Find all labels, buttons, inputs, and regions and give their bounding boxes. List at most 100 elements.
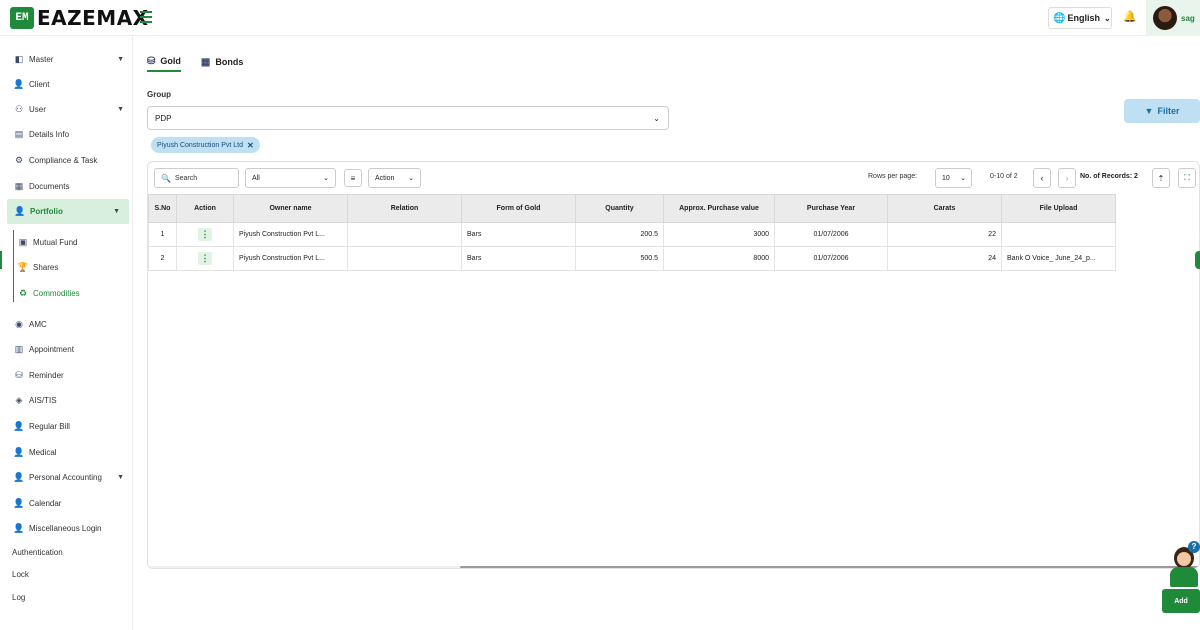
sidebar-item-portfolio[interactable]: 👤 Portfolio ▼ bbox=[7, 199, 129, 224]
chevron-down-icon: ⌄ bbox=[1103, 13, 1111, 23]
sidebar-item-calendar[interactable]: 👤 Calendar bbox=[0, 493, 133, 513]
cell-file[interactable]: Bank O Voice_ June_24_p... bbox=[1001, 246, 1116, 271]
sidebar-item-ais-tis[interactable]: ◈ AIS/TIS bbox=[0, 390, 133, 410]
table-row[interactable]: 1 ⋮ Piyush Construction Pvt L... Bars 20… bbox=[148, 222, 1116, 247]
cell-quantity: 200.5 bbox=[575, 222, 664, 247]
horizontal-scrollbar[interactable] bbox=[148, 566, 1199, 568]
group-select[interactable]: PDP ⌄ bbox=[147, 106, 669, 130]
language-label: English bbox=[1067, 13, 1100, 23]
chevron-down-icon: ⌄ bbox=[960, 175, 966, 182]
sidebar-item-label: User bbox=[29, 104, 46, 114]
user-menu[interactable]: sag bbox=[1146, 0, 1200, 36]
sidebar-item-appointment[interactable]: ▥ Appointment bbox=[0, 339, 133, 359]
brand-name: EAZEMAX bbox=[37, 6, 149, 30]
bell-icon[interactable]: 🔔 bbox=[1123, 10, 1137, 23]
database-icon: ⛁ bbox=[15, 369, 23, 380]
gold-table: S.No Action Owner name Relation Form of … bbox=[148, 194, 1116, 271]
users-icon: ⚇ bbox=[14, 103, 24, 114]
sidebar-item-mutual-fund[interactable]: ▣ Mutual Fund bbox=[0, 232, 133, 252]
sidebar-item-authentication[interactable]: Authentication bbox=[0, 542, 133, 562]
sidebar-item-commodities[interactable]: ♻ Commodities bbox=[0, 283, 133, 303]
globe-icon: 🌐 bbox=[1053, 12, 1066, 24]
hamburger-icon[interactable] bbox=[140, 11, 152, 23]
close-icon[interactable]: ✕ bbox=[247, 141, 254, 150]
chevron-right-icon: › bbox=[1065, 173, 1069, 183]
sidebar-item-client[interactable]: 👤 Client bbox=[0, 74, 133, 94]
help-icon[interactable]: ? bbox=[1188, 541, 1200, 553]
column-header[interactable]: Quantity bbox=[575, 194, 664, 223]
column-header[interactable]: Owner name bbox=[233, 194, 348, 223]
sidebar-item-shares[interactable]: 🏆 Shares bbox=[0, 257, 133, 277]
sidebar-item-master[interactable]: ◧ Master ▼ bbox=[0, 49, 133, 69]
user-edit-icon: 👤 bbox=[13, 522, 25, 533]
cell-year: 01/07/2006 bbox=[774, 246, 888, 271]
filter-select[interactable]: All ⌄ bbox=[245, 168, 336, 188]
sidebar-item-documents[interactable]: ▦ Documents bbox=[0, 176, 133, 196]
column-header[interactable]: File Upload bbox=[1001, 194, 1116, 223]
group-select-value: PDP bbox=[155, 113, 172, 123]
sidebar-item-compliance[interactable]: ⚙ Compliance & Task bbox=[0, 150, 133, 170]
filter-button[interactable]: ▼ Filter bbox=[1124, 99, 1200, 123]
clipboard-icon: ▥ bbox=[14, 343, 24, 354]
user-edit-icon: 👤 bbox=[13, 497, 25, 508]
group-chip[interactable]: Piyush Construction Pvt Ltd ✕ bbox=[151, 137, 260, 153]
column-header[interactable]: Form of Gold bbox=[461, 194, 576, 223]
right-edge-tab[interactable] bbox=[1195, 251, 1200, 269]
asset-tabs: ⛁ Gold ▦ Bonds bbox=[147, 52, 263, 72]
column-header[interactable]: Action bbox=[176, 194, 234, 223]
help-assistant[interactable]: ? bbox=[1166, 541, 1200, 589]
column-header[interactable]: Purchase Year bbox=[774, 194, 888, 223]
rows-per-page-select[interactable]: 10 ⌄ bbox=[935, 168, 972, 188]
column-header[interactable]: Approx. Purchase value bbox=[663, 194, 775, 223]
sidebar-item-label: AMC bbox=[29, 319, 47, 329]
sidebar-item-lock[interactable]: Lock bbox=[0, 564, 133, 584]
scrollbar-thumb[interactable] bbox=[460, 566, 1199, 568]
more-vertical-icon[interactable]: ⋮ bbox=[198, 228, 212, 241]
previous-page-button[interactable]: ‹ bbox=[1033, 168, 1051, 188]
sidebar-item-details-info[interactable]: ▤ Details Info bbox=[0, 124, 133, 144]
sidebar-item-amc[interactable]: ◉ AMC bbox=[0, 314, 133, 334]
sidebar-item-log[interactable]: Log bbox=[0, 587, 133, 607]
sidebar-item-label: Client bbox=[29, 79, 50, 89]
language-select[interactable]: 🌐 English ⌄ bbox=[1048, 7, 1112, 29]
action-dropdown[interactable]: Action ⌄ bbox=[368, 168, 421, 188]
assistant-body bbox=[1170, 567, 1198, 587]
sidebar-item-label: Miscellaneous Login bbox=[29, 523, 102, 533]
tab-gold[interactable]: ⛁ Gold bbox=[147, 52, 181, 72]
sidebar-item-personal-accounting[interactable]: 👤 Personal Accounting ▼ bbox=[0, 467, 133, 487]
filter-lines-icon: ≡ bbox=[350, 173, 356, 183]
sidebar-item-regular-bill[interactable]: 👤 Regular Bill bbox=[0, 416, 133, 436]
fullscreen-button[interactable]: ⛶ bbox=[1178, 168, 1196, 188]
column-header[interactable]: S.No bbox=[148, 194, 177, 223]
sidebar-item-label: Calendar bbox=[29, 498, 62, 508]
sidebar-item-label: AIS/TIS bbox=[29, 395, 57, 405]
table-row[interactable]: 2 ⋮ Piyush Construction Pvt L... Bars 50… bbox=[148, 246, 1116, 271]
gold-bars-icon: ⛁ bbox=[147, 55, 156, 67]
sidebar-item-reminder[interactable]: ⛁ Reminder bbox=[0, 365, 133, 385]
action-dropdown-label: Action bbox=[375, 174, 395, 182]
search-input[interactable]: 🔍 Search bbox=[154, 168, 239, 188]
sidebar-item-medical[interactable]: 👤 Medical bbox=[0, 442, 133, 462]
cell-quantity: 500.5 bbox=[575, 246, 664, 271]
cell-form: Bars bbox=[461, 222, 576, 247]
upload-button[interactable]: ⇡ bbox=[1152, 168, 1170, 188]
sidebar-item-user[interactable]: ⚇ User ▼ bbox=[0, 99, 133, 119]
sidebar-item-label: Lock bbox=[12, 569, 29, 579]
column-header[interactable]: Carats bbox=[887, 194, 1002, 223]
column-header[interactable]: Relation bbox=[347, 194, 462, 223]
more-vertical-icon[interactable]: ⋮ bbox=[198, 252, 212, 265]
cell-action: ⋮ bbox=[176, 246, 234, 271]
next-page-button[interactable]: › bbox=[1058, 168, 1076, 188]
chevron-down-icon: ▼ bbox=[113, 208, 120, 215]
data-table-card: 🔍 Search All ⌄ ≡ Action ⌄ Rows per page:… bbox=[147, 161, 1200, 569]
tab-bonds[interactable]: ▦ Bonds bbox=[201, 52, 243, 72]
add-button[interactable]: Add bbox=[1162, 589, 1200, 613]
sidebar-item-miscellaneous-login[interactable]: 👤 Miscellaneous Login bbox=[0, 518, 133, 538]
filter-select-value: All bbox=[252, 174, 260, 182]
sidebar: ◧ Master ▼ 👤 Client ⚇ User ▼ ▤ Details I… bbox=[0, 36, 133, 630]
brand-logo[interactable]: EM EAZEMAX bbox=[10, 6, 149, 30]
column-filter-button[interactable]: ≡ bbox=[344, 169, 362, 187]
cell-owner: Piyush Construction Pvt L... bbox=[233, 246, 348, 271]
chevron-down-icon: ⌄ bbox=[653, 113, 660, 123]
cell-file[interactable] bbox=[1001, 222, 1116, 247]
